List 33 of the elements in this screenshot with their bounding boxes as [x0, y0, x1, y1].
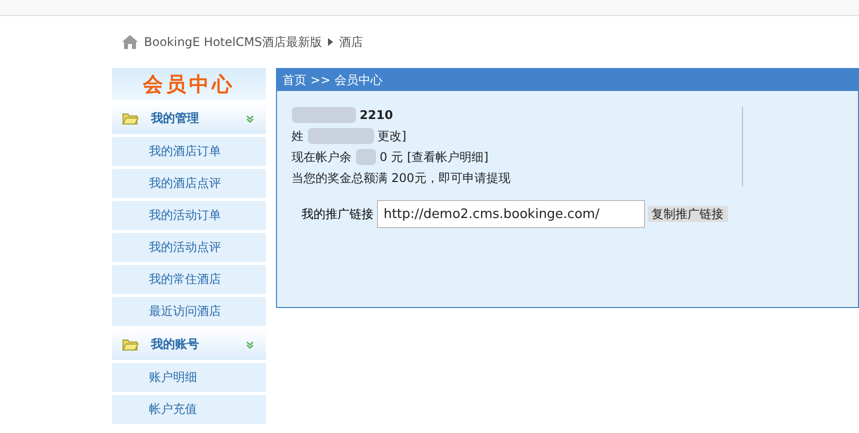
chevron-icon[interactable] — [246, 340, 254, 348]
caret-icon — [328, 38, 333, 46]
change-link[interactable]: 更改] — [378, 128, 406, 144]
sidebar-item[interactable]: 我的活动订单 — [112, 201, 266, 230]
sidebar-item[interactable]: 账户明细 — [112, 363, 266, 392]
folder-icon — [122, 112, 139, 124]
sidebar-group[interactable]: 我的账号 — [112, 329, 266, 360]
sidebar-item[interactable]: 帐户充值 — [112, 395, 266, 424]
sidebar-title: 会员中心 — [112, 68, 266, 100]
sidebar-item[interactable]: 我的活动点评 — [112, 233, 266, 262]
breadcrumb-link[interactable]: BookingE HotelCMS酒店最新版 — [144, 34, 322, 50]
folder-icon — [122, 338, 139, 350]
redaction-patch — [292, 107, 356, 123]
name-label: 姓 — [292, 128, 304, 144]
referral-url-field[interactable]: http://demo2.cms.bookinge.com/ — [376, 200, 645, 228]
balance-label: 现在帐户余 — [292, 148, 352, 166]
copy-link-button[interactable]: 复制推广链接 — [648, 206, 728, 222]
redaction-patch — [356, 149, 376, 165]
sidebar-item[interactable]: 我的酒店点评 — [112, 169, 266, 198]
home-icon[interactable] — [122, 35, 138, 49]
sidebar-item[interactable]: 我的常住酒店 — [112, 265, 266, 294]
breadcrumb-current: 酒店 — [338, 34, 363, 50]
notice-text: 当您的奖金总额满 200元，即可申请提现 — [292, 170, 510, 186]
account-detail-link[interactable]: [查看帐户明细] — [407, 148, 488, 166]
sidebar-group[interactable]: 我的管理 — [112, 103, 266, 134]
chevron-icon[interactable] — [246, 114, 254, 122]
sidebar-item[interactable]: 最近访问酒店 — [112, 297, 266, 326]
balance-amount: 0 元 — [380, 148, 404, 166]
sidebar-item[interactable]: 我的酒店订单 — [112, 137, 266, 166]
referral-label: 我的推广链接 — [302, 206, 374, 222]
account-number: 2210 — [360, 108, 393, 122]
redaction-patch — [308, 128, 374, 144]
panel-header: 首页 >> 会员中心 — [276, 69, 858, 91]
